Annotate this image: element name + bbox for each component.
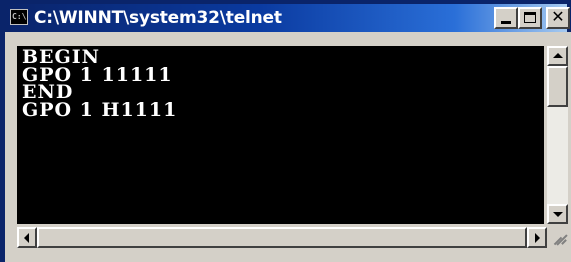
title-bar[interactable]: C:\ C:\WINNT\system32\telnet ✕ [5,4,570,32]
scroll-left-button[interactable] [17,227,37,248]
console-line: GPO 1 H1111 [22,98,178,121]
horizontal-scroll-thumb[interactable] [37,227,527,248]
vertical-scrollbar[interactable] [547,46,568,224]
close-button[interactable]: ✕ [546,7,570,29]
minimize-button[interactable] [494,7,518,29]
arrow-down-icon [553,212,563,217]
arrow-right-icon [535,233,540,243]
scroll-up-button[interactable] [547,46,568,66]
console-output[interactable]: BEGIN GPO 1 11111 END GPO 1 H1111 [17,46,544,224]
telnet-window: C:\ C:\WINNT\system32\telnet ✕ BEGIN GPO… [0,0,571,262]
console-lines: BEGIN GPO 1 11111 END GPO 1 H1111 [17,48,178,121]
minimize-icon [501,21,511,24]
console-window-icon[interactable]: C:\ [10,9,28,25]
scroll-down-button[interactable] [547,204,568,224]
arrow-left-icon [24,233,29,243]
horizontal-scrollbar[interactable] [17,227,547,248]
vertical-scroll-thumb[interactable] [547,66,568,107]
maximize-icon [524,12,536,23]
maximize-button[interactable] [518,7,542,29]
close-icon: ✕ [551,7,565,26]
arrow-up-icon [553,53,563,58]
resize-grip-icon[interactable] [548,229,568,249]
scroll-right-button[interactable] [527,227,547,248]
window-title: C:\WINNT\system32\telnet [34,8,282,28]
